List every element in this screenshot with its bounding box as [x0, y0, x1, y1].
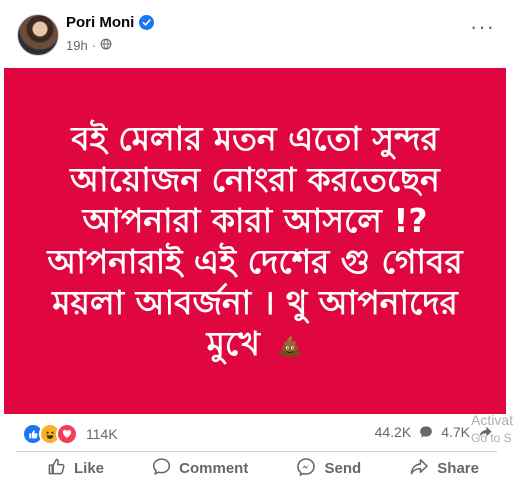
post-text-line: আয়োজন নোংরা করতেছেন — [70, 160, 440, 199]
post-actions: Like Comment Send Share — [0, 452, 513, 485]
post-text-line: আপনারাই এই দেশের গু গোবর — [47, 242, 463, 281]
comment-label: Comment — [179, 460, 249, 477]
verified-badge-icon — [139, 15, 155, 30]
like-button[interactable]: Like — [47, 452, 104, 485]
post-header: Pori Moni 19h · ··· — [0, 0, 513, 68]
author-name[interactable]: Pori Moni — [66, 14, 134, 31]
comment-button[interactable]: Comment — [152, 452, 248, 485]
reactions-count[interactable]: 114K — [86, 426, 118, 442]
post-card: Pori Moni 19h · ··· বই মেলার মতন এতো সুন… — [0, 0, 513, 485]
activation-watermark: Activate Go to S — [471, 411, 513, 447]
post-text-line: ময়লা আবর্জনা । থু আপনাদের — [52, 283, 458, 322]
post-text: বই মেলার মতন এতো সুন্দর আয়োজন নোংরা করত… — [35, 118, 475, 364]
send-button[interactable]: Send — [296, 452, 361, 485]
share-icon — [409, 457, 429, 480]
comment-icon — [152, 457, 171, 480]
globe-icon[interactable] — [100, 38, 112, 53]
post-text-line: আপনারা কারা আসলে !? — [82, 201, 428, 240]
pile-of-poo-icon — [277, 326, 303, 357]
post-time[interactable]: 19h — [66, 38, 88, 53]
post-text-last-line: মুখে — [35, 323, 475, 364]
post-text-line: মুখে — [206, 324, 260, 363]
share-label: Share — [437, 460, 479, 477]
post-meta: 19h · — [66, 38, 112, 53]
thumbs-up-icon — [47, 457, 66, 480]
send-label: Send — [324, 460, 362, 477]
share-button[interactable]: Share — [409, 452, 479, 485]
love-icon — [56, 423, 78, 445]
watermark-line: Go to S — [471, 431, 512, 445]
post-text-line: বই মেলার মতন এতো সুন্দর — [71, 119, 439, 158]
meta-separator: · — [91, 38, 97, 53]
comment-count-icon — [419, 425, 433, 439]
more-options-icon[interactable]: ··· — [470, 16, 495, 38]
avatar[interactable] — [17, 14, 59, 56]
like-label: Like — [74, 460, 105, 477]
shares-count[interactable]: 4.7K — [441, 424, 470, 440]
author-row: Pori Moni — [66, 14, 155, 31]
reactions-summary[interactable]: 114K — [22, 423, 118, 445]
post-content: বই মেলার মতন এতো সুন্দর আয়োজন নোংরা করত… — [4, 68, 506, 414]
comments-count[interactable]: 44.2K — [375, 424, 412, 440]
watermark-line: Activate — [471, 412, 513, 428]
messenger-icon — [296, 457, 316, 481]
